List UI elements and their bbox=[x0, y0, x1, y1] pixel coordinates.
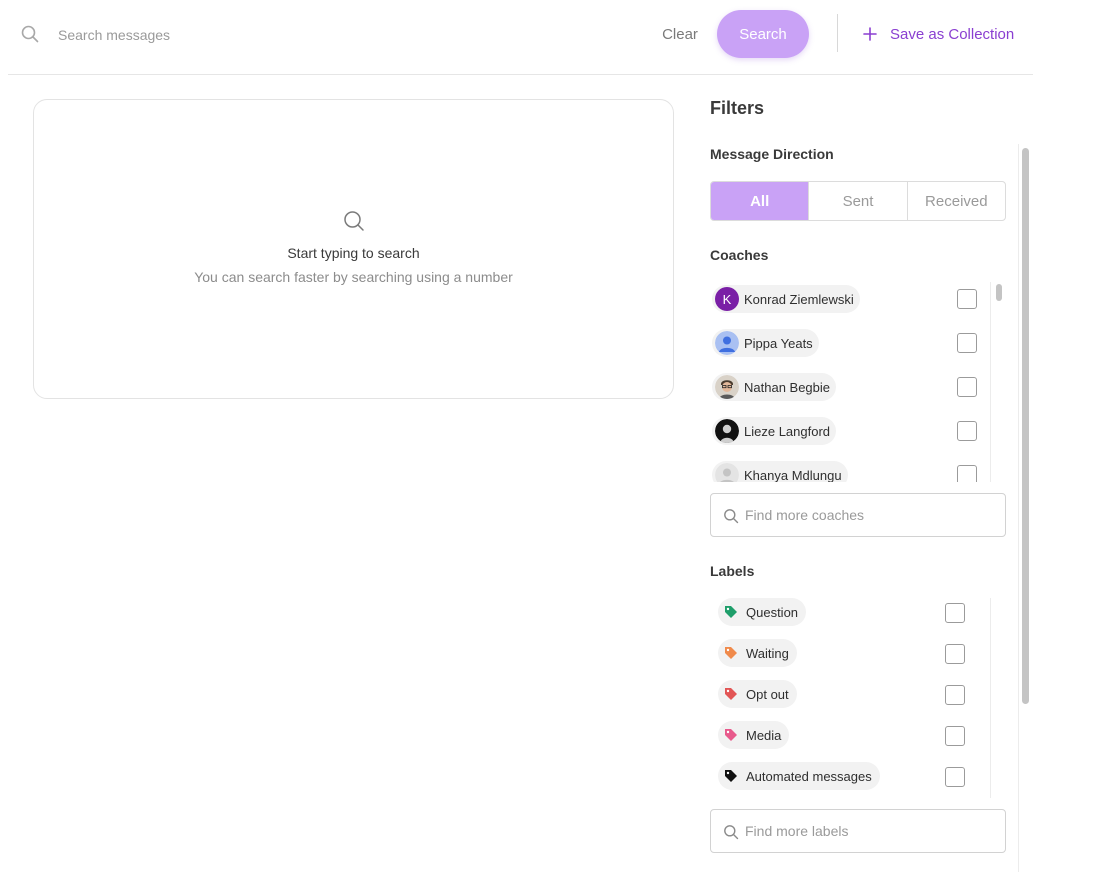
coaches-list: K Konrad Ziemlewski Pippa Yeats Nathan B… bbox=[710, 282, 1010, 482]
search-icon bbox=[724, 509, 739, 524]
search-button[interactable]: Search bbox=[717, 10, 809, 58]
coach-chip: Pippa Yeats bbox=[712, 329, 819, 357]
search-bar: Clear Search Save as Collection bbox=[8, 0, 1033, 75]
filters-scrollbar-thumb[interactable] bbox=[1022, 148, 1029, 704]
avatar bbox=[715, 375, 739, 399]
coach-row: Pippa Yeats bbox=[710, 328, 1010, 358]
label-checkbox[interactable] bbox=[945, 726, 965, 746]
label-name: Waiting bbox=[746, 645, 789, 661]
direction-option-received[interactable]: Received bbox=[908, 182, 1005, 220]
save-as-collection-button[interactable]: Save as Collection bbox=[862, 18, 1014, 50]
coach-name: Nathan Begbie bbox=[744, 379, 831, 395]
label-chip: Media bbox=[718, 721, 790, 749]
label-chip: Automated messages bbox=[718, 762, 880, 790]
find-coaches-input[interactable] bbox=[745, 502, 995, 528]
coach-row: K Konrad Ziemlewski bbox=[710, 284, 1010, 314]
plus-icon bbox=[863, 27, 877, 41]
label-row: Opt out bbox=[710, 680, 1010, 710]
direction-option-sent[interactable]: Sent bbox=[809, 182, 908, 220]
label-checkbox[interactable] bbox=[945, 685, 965, 705]
search-icon bbox=[344, 211, 364, 231]
search-results-empty-state: Start typing to search You can search fa… bbox=[33, 99, 674, 399]
coaches-scrollbar-track[interactable] bbox=[990, 282, 991, 482]
find-labels-input[interactable] bbox=[745, 818, 995, 844]
coach-chip: Lieze Langford bbox=[712, 417, 837, 445]
label-chip: Opt out bbox=[718, 680, 797, 708]
label-name: Question bbox=[746, 604, 799, 620]
person-photo-icon bbox=[715, 375, 739, 399]
coach-row: Lieze Langford bbox=[710, 416, 1010, 446]
coach-name: Lieze Langford bbox=[744, 423, 831, 439]
avatar bbox=[715, 331, 739, 355]
label-row: Question bbox=[710, 598, 1010, 628]
person-photo-icon bbox=[715, 419, 739, 443]
coach-checkbox[interactable] bbox=[957, 289, 977, 309]
labels-scrollbar-track[interactable] bbox=[990, 598, 991, 798]
labels-label: Labels bbox=[710, 563, 755, 579]
search-icon bbox=[724, 825, 739, 840]
save-as-collection-label: Save as Collection bbox=[890, 25, 1015, 43]
filters-title: Filters bbox=[710, 98, 765, 118]
avatar bbox=[715, 419, 739, 443]
message-direction-label: Message Direction bbox=[710, 146, 834, 162]
label-name: Automated messages bbox=[746, 768, 872, 784]
coach-name: Pippa Yeats bbox=[744, 335, 813, 351]
coach-checkbox[interactable] bbox=[957, 421, 977, 441]
coach-row: Khanya Mdlungu bbox=[710, 460, 1010, 482]
tag-icon bbox=[725, 647, 737, 659]
tag-icon bbox=[725, 770, 737, 782]
message-direction-toggle: All Sent Received bbox=[710, 181, 1006, 221]
label-name: Media bbox=[746, 727, 782, 743]
label-chip: Question bbox=[718, 598, 807, 626]
search-icon bbox=[21, 25, 39, 43]
label-row: Media bbox=[710, 721, 1010, 751]
coach-chip: Khanya Mdlungu bbox=[712, 461, 848, 482]
search-input[interactable] bbox=[58, 20, 618, 50]
person-icon bbox=[715, 463, 739, 482]
label-row: Automated messages bbox=[710, 762, 1010, 792]
tag-icon bbox=[725, 729, 737, 741]
toolbar-divider bbox=[837, 14, 838, 52]
direction-option-all[interactable]: All bbox=[711, 182, 810, 220]
clear-button[interactable]: Clear bbox=[650, 20, 710, 48]
empty-state-title: Start typing to search bbox=[287, 245, 420, 261]
coach-name: Konrad Ziemlewski bbox=[744, 291, 854, 307]
label-row: Waiting bbox=[710, 639, 1010, 669]
avatar bbox=[715, 463, 739, 482]
coaches-label: Coaches bbox=[710, 247, 769, 263]
coach-checkbox[interactable] bbox=[957, 465, 977, 482]
label-checkbox[interactable] bbox=[945, 644, 965, 664]
coaches-scrollbar-thumb[interactable] bbox=[996, 284, 1002, 301]
label-checkbox[interactable] bbox=[945, 767, 965, 787]
find-labels-field bbox=[710, 809, 1006, 853]
coach-row: Nathan Begbie bbox=[710, 372, 1010, 402]
empty-state-subtitle: You can search faster by searching using… bbox=[194, 269, 513, 285]
person-icon bbox=[715, 331, 739, 355]
tag-icon bbox=[725, 688, 737, 700]
label-name: Opt out bbox=[746, 686, 789, 702]
avatar: K bbox=[715, 287, 739, 311]
labels-list: Question Waiting Opt out Media Automated… bbox=[710, 598, 1010, 798]
coach-checkbox[interactable] bbox=[957, 377, 977, 397]
label-checkbox[interactable] bbox=[945, 603, 965, 623]
coach-chip: K Konrad Ziemlewski bbox=[712, 285, 860, 313]
coach-name: Khanya Mdlungu bbox=[744, 467, 842, 483]
coach-checkbox[interactable] bbox=[957, 333, 977, 353]
tag-icon bbox=[725, 606, 737, 618]
label-chip: Waiting bbox=[718, 639, 797, 667]
find-coaches-field bbox=[710, 493, 1006, 537]
coach-chip: Nathan Begbie bbox=[712, 373, 837, 401]
